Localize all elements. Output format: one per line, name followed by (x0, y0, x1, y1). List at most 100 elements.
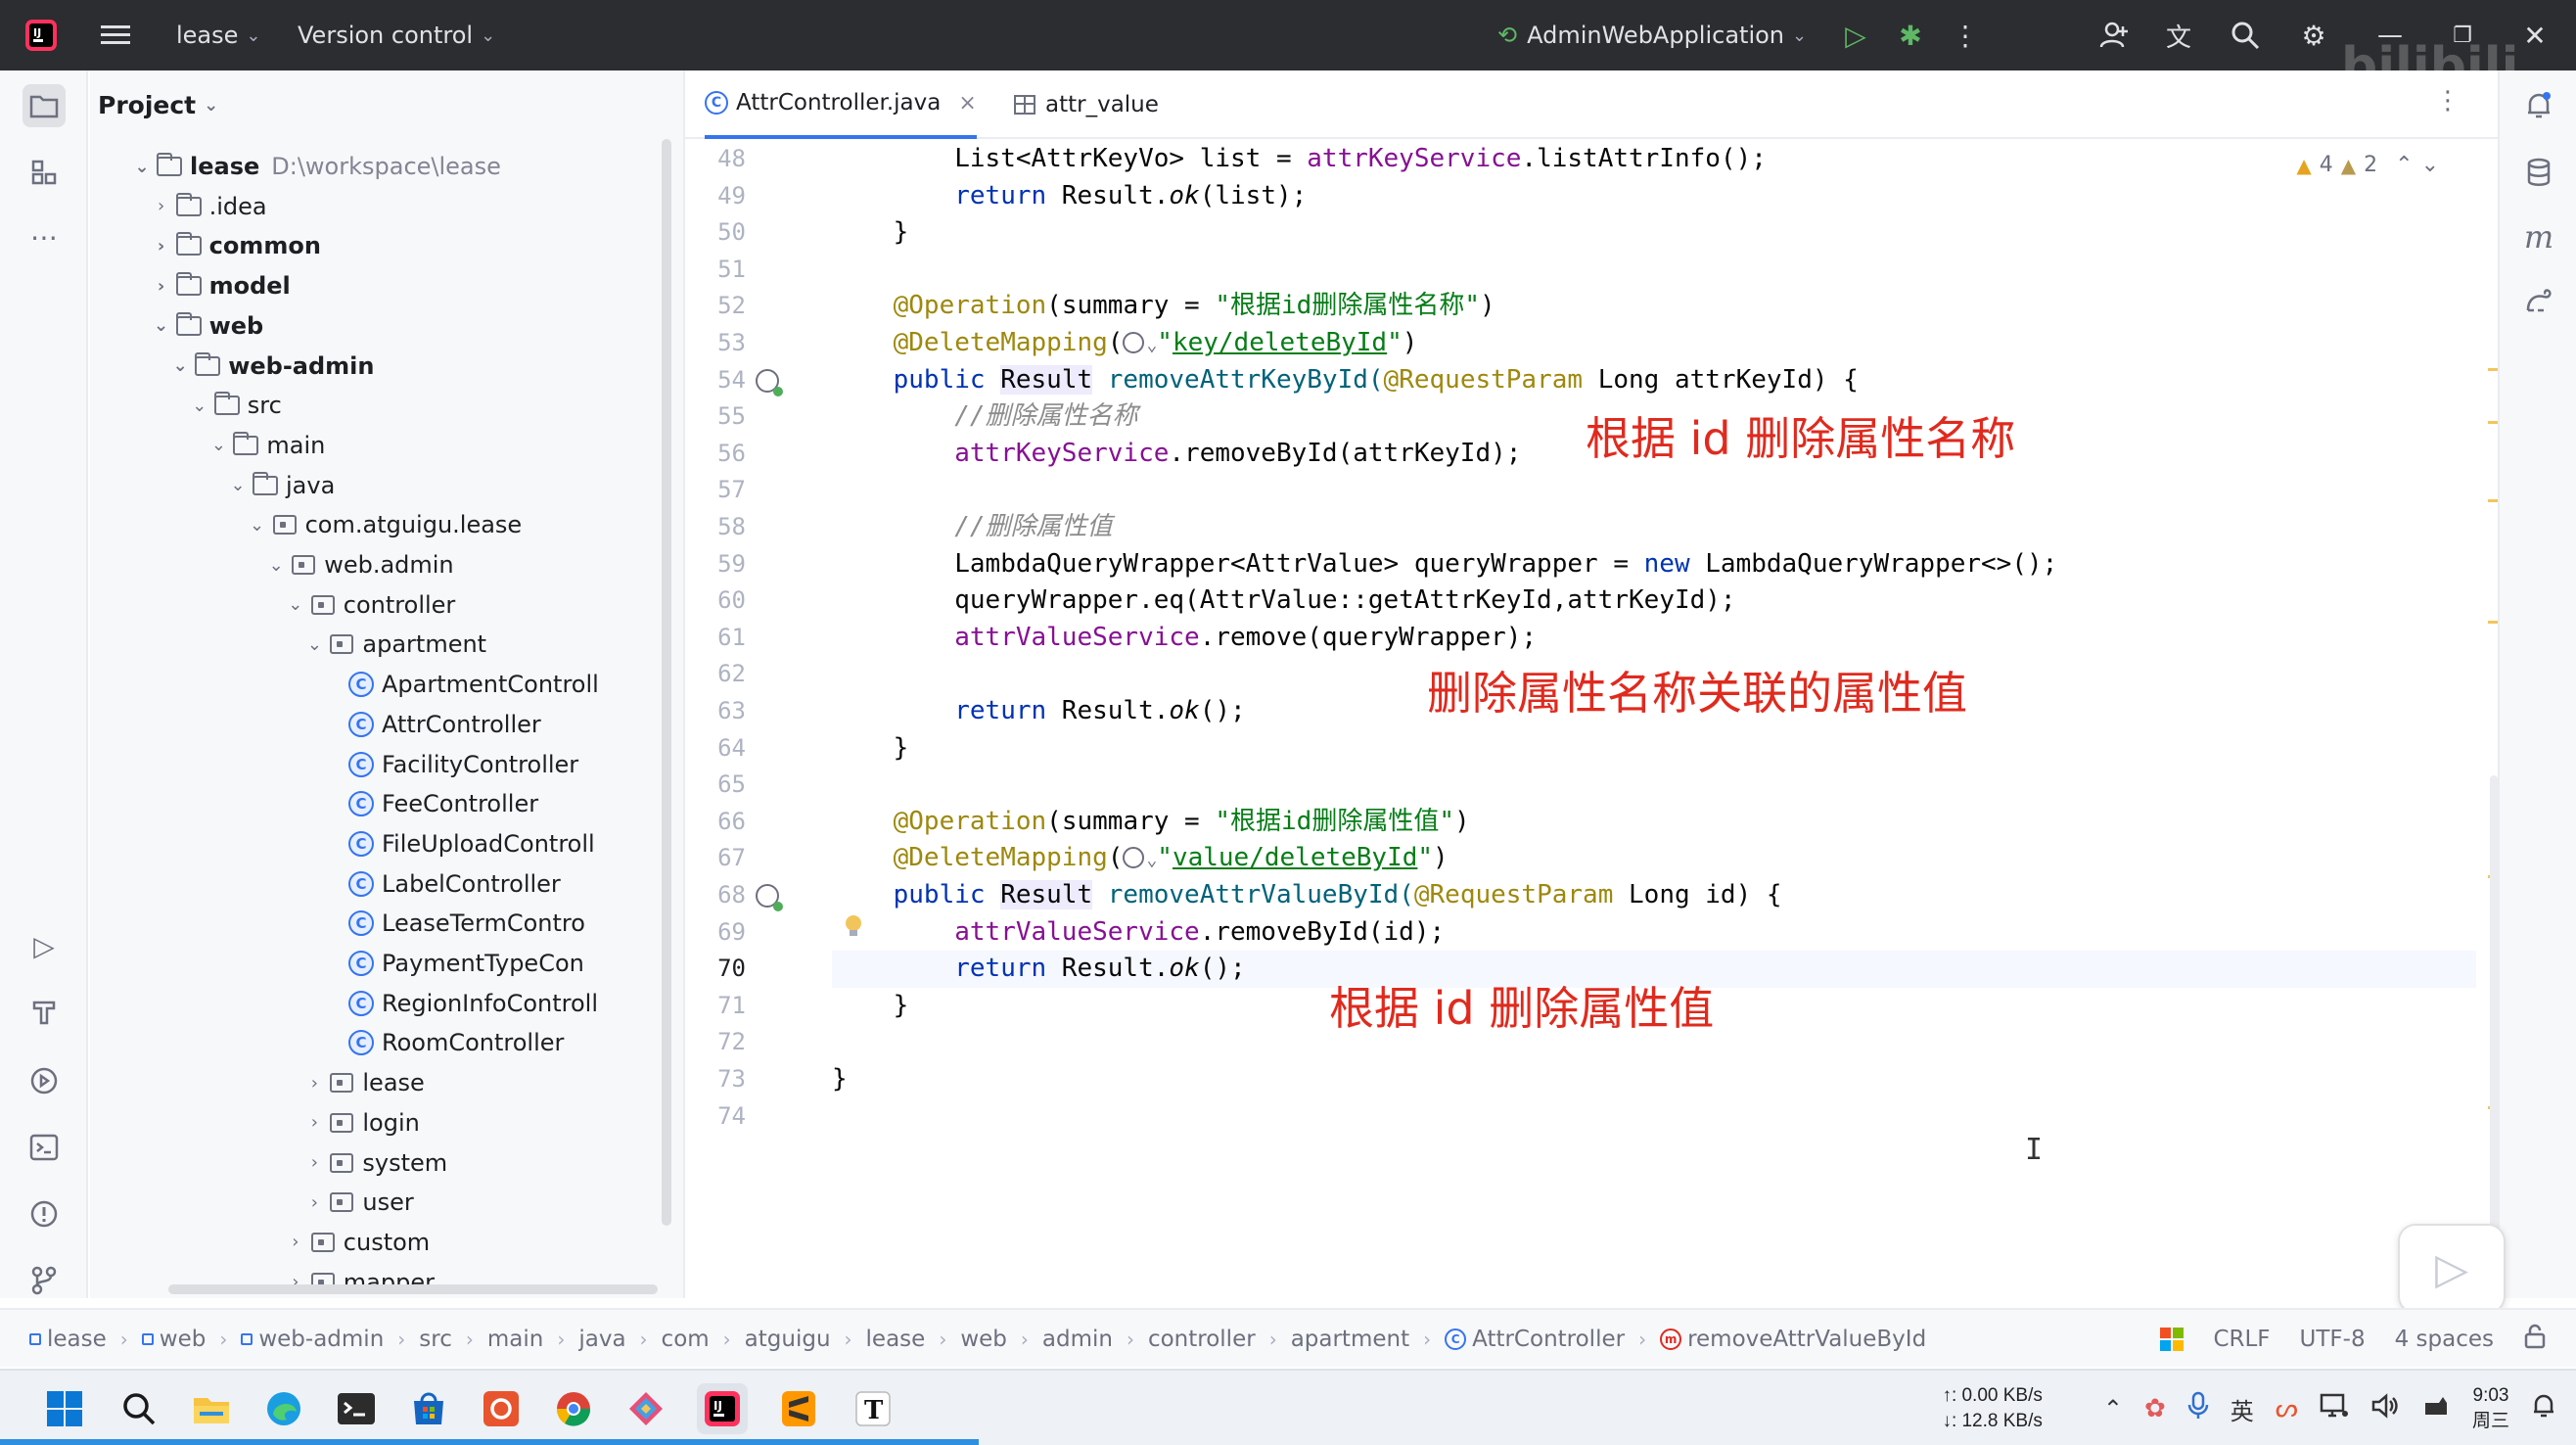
tree-node[interactable]: C LeaseTermContro (321, 904, 585, 943)
terminal-icon[interactable] (23, 1126, 66, 1169)
line-number[interactable]: 61 (685, 620, 746, 657)
volume-icon[interactable] (2370, 1392, 2400, 1425)
more-tools-icon[interactable]: ⋯ (23, 215, 66, 258)
chevron-down-icon[interactable]: ⌄ (225, 475, 251, 495)
chevron-down-icon[interactable]: ⌄ (149, 315, 174, 336)
tree-node[interactable]: ⌄ web (149, 306, 263, 346)
breadcrumb-item[interactable]: C AttrController (1445, 1327, 1625, 1352)
tree-node[interactable]: ⌄ src (187, 386, 282, 425)
line-number[interactable]: 52 (685, 288, 746, 325)
chevron-down-icon[interactable]: ⌄ (283, 594, 308, 615)
tree-node[interactable]: › system (301, 1143, 447, 1183)
problems-icon[interactable] (23, 1192, 66, 1235)
run-tool-icon[interactable]: ▷ (23, 924, 66, 967)
restore-icon[interactable]: ❐ (2441, 14, 2484, 57)
line-number[interactable]: 57 (685, 472, 746, 509)
tree-node[interactable]: › login (301, 1103, 420, 1142)
show-hidden-icons-chevron-icon[interactable]: ⌃ (2103, 1395, 2123, 1422)
microphone-icon[interactable] (2187, 1391, 2209, 1427)
build-hammer-icon[interactable] (23, 991, 66, 1034)
add-user-icon[interactable] (2093, 14, 2136, 57)
breadcrumb-item[interactable]: com (662, 1327, 710, 1352)
line-number[interactable]: 62 (685, 656, 746, 693)
tab-attrcontroller[interactable]: C AttrController.java × (705, 70, 977, 139)
chevron-up-icon[interactable]: ⌃ (2395, 153, 2413, 177)
encoding-widget[interactable]: UTF-8 (2300, 1327, 2366, 1352)
breadcrumb-item[interactable]: main (487, 1327, 543, 1352)
gradle-elephant-icon[interactable] (2517, 280, 2560, 323)
breadcrumb-item[interactable]: atguigu (745, 1327, 831, 1352)
chevron-right-icon[interactable]: › (301, 1152, 327, 1173)
line-number[interactable]: 64 (685, 730, 746, 768)
tab-attr-value[interactable]: attr_value (1014, 70, 1159, 139)
close-window-icon[interactable]: ✕ (2513, 14, 2556, 57)
structure-icon[interactable] (23, 151, 66, 194)
tree-node[interactable]: › user (301, 1183, 414, 1222)
edge-browser-icon[interactable] (258, 1383, 309, 1434)
chevron-down-icon[interactable]: ⌄ (245, 515, 270, 536)
git-icon[interactable] (23, 1259, 66, 1302)
chevron-down-icon[interactable]: ⌄ (301, 634, 327, 655)
inspection-widget[interactable]: ▲ 4 ▲ 2 ⌃ ⌄ (2296, 153, 2439, 177)
chevron-down-icon[interactable]: ⌄ (187, 396, 212, 416)
tree-node[interactable]: C AttrController (321, 705, 541, 744)
notifications-bell-icon[interactable] (2517, 84, 2560, 127)
line-number[interactable]: 73 (685, 1061, 746, 1098)
project-tool-icon[interactable] (23, 84, 66, 127)
chrome-browser-icon[interactable] (548, 1383, 599, 1434)
line-number[interactable]: 71 (685, 988, 746, 1025)
line-number[interactable]: 60 (685, 583, 746, 620)
chevron-right-icon[interactable]: › (283, 1232, 308, 1252)
ime-icon[interactable]: 英 (2231, 1392, 2254, 1426)
breadcrumb-item[interactable]: lease (29, 1327, 107, 1352)
editor-scrollbar[interactable] (2490, 775, 2498, 1265)
chevron-right-icon[interactable]: › (301, 1073, 327, 1094)
typora-app-icon[interactable]: T (848, 1383, 898, 1434)
more-actions-icon[interactable]: ⋮ (1944, 14, 1987, 57)
translate-icon[interactable]: 文 (2157, 14, 2200, 57)
close-tab-icon[interactable]: × (958, 91, 976, 116)
line-number[interactable]: 59 (685, 546, 746, 583)
tree-node[interactable]: C RegionInfoControll (321, 984, 598, 1023)
tab-options-icon[interactable]: ⋮ (2435, 86, 2461, 116)
line-number[interactable]: 54 (685, 362, 746, 399)
chevron-down-icon[interactable]: ⌄ (263, 555, 289, 576)
web-endpoint-gutter-icon[interactable] (756, 884, 783, 911)
tree-node[interactable]: ⌄ controller (283, 585, 455, 625)
line-number[interactable]: 48 (685, 141, 746, 178)
tree-node[interactable]: ⌄ lease D:\workspace\lease (129, 147, 501, 186)
video-progress-bar[interactable] (0, 1439, 980, 1445)
line-separator-widget[interactable]: CRLF (2213, 1327, 2270, 1352)
services-icon[interactable] (23, 1059, 66, 1102)
tree-node[interactable]: C FeeController (321, 784, 538, 823)
line-number[interactable]: 65 (685, 767, 746, 804)
search-icon[interactable] (2224, 14, 2267, 57)
tree-node[interactable]: C LabelController (321, 864, 561, 904)
line-number[interactable]: 68 (685, 877, 746, 914)
tree-node[interactable]: ⌄ main (206, 426, 325, 465)
breadcrumb-item[interactable]: java (578, 1327, 625, 1352)
breadcrumb-item[interactable]: src (419, 1327, 452, 1352)
breadcrumb-item[interactable]: lease (866, 1327, 926, 1352)
tree-node[interactable]: › model (149, 266, 291, 305)
display-icon[interactable] (2320, 1392, 2349, 1426)
run-config-selector[interactable]: ⟲ AdminWebApplication ⌄ (1497, 0, 1807, 70)
line-number[interactable]: 69 (685, 914, 746, 952)
web-endpoint-gutter-icon[interactable] (756, 368, 783, 396)
tree-node[interactable]: C PaymentTypeCon (321, 944, 584, 983)
line-number[interactable]: 58 (685, 509, 746, 546)
breadcrumb-item[interactable]: m removeAttrValueById (1660, 1327, 1926, 1352)
line-number[interactable]: 72 (685, 1024, 746, 1061)
cloud-app-icon[interactable]: ᔕ (2276, 1394, 2298, 1423)
unlock-icon[interactable] (2523, 1324, 2547, 1355)
store-app-icon[interactable] (403, 1383, 454, 1434)
chevron-right-icon[interactable]: › (149, 236, 174, 256)
tree-node[interactable]: ⌄ apartment (301, 625, 486, 664)
breadcrumb-item[interactable]: web (141, 1327, 206, 1352)
power-battery-icon[interactable] (2421, 1393, 2451, 1425)
project-panel-header[interactable]: Project ⌄ (90, 70, 683, 139)
notification-bell-icon[interactable] (2531, 1392, 2556, 1426)
line-number[interactable]: 53 (685, 325, 746, 362)
chevron-right-icon[interactable]: › (301, 1192, 327, 1213)
screen-capture-icon[interactable]: ✿ (2144, 1394, 2166, 1423)
